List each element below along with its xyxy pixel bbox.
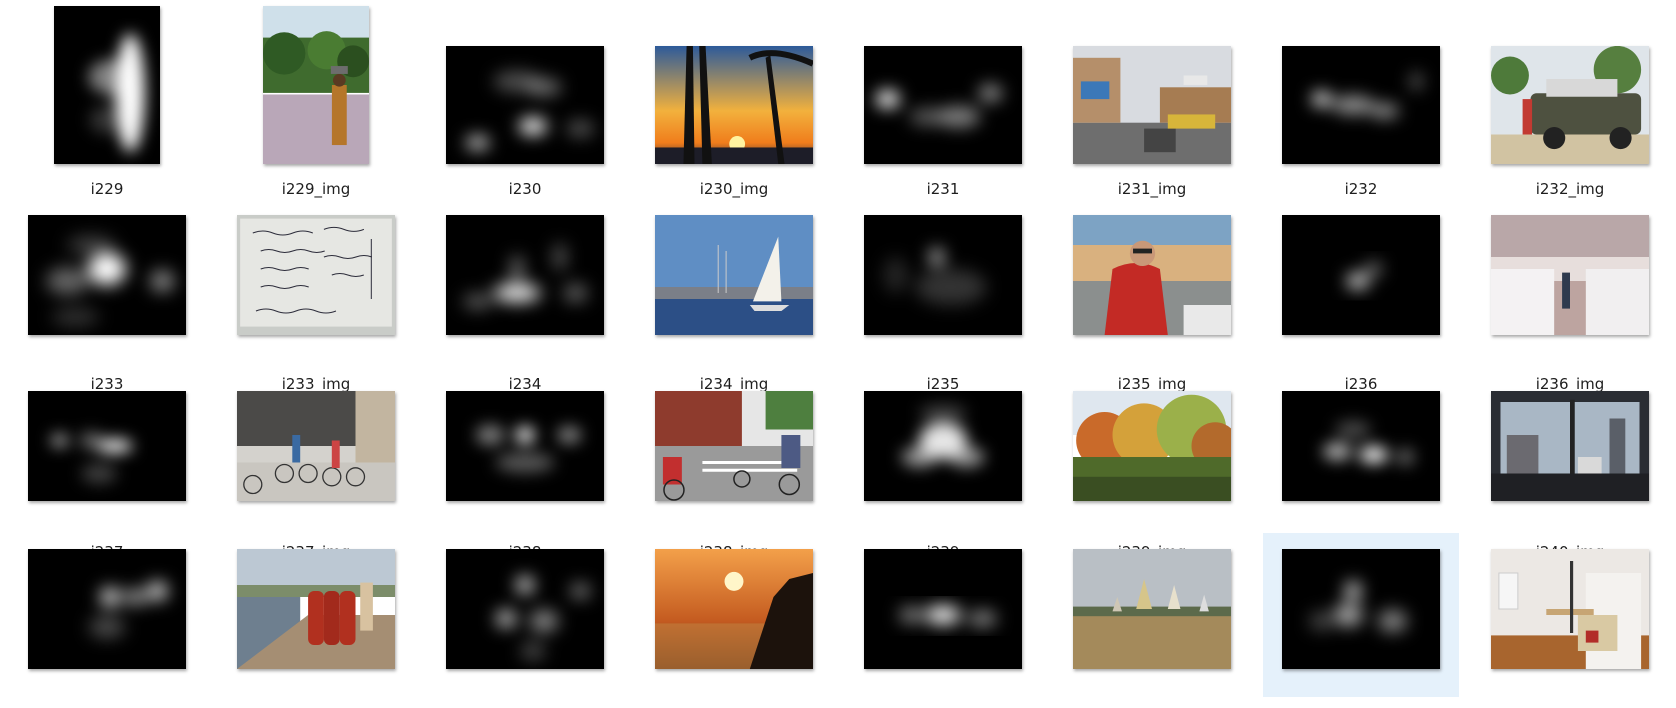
photo-thumbnail[interactable] (1491, 46, 1649, 164)
saliency-thumbnail[interactable] (446, 549, 604, 669)
file-item[interactable]: i235_img (1054, 199, 1250, 393)
file-item[interactable]: i232 (1263, 4, 1459, 198)
file-item[interactable]: i235 (845, 199, 1041, 393)
photo-thumbnail[interactable] (1073, 549, 1231, 669)
saliency-thumbnail[interactable] (864, 215, 1022, 335)
file-item[interactable]: i229_img (218, 4, 414, 198)
photo-thumbnail[interactable] (1491, 215, 1649, 335)
saliency-thumbnail[interactable] (864, 549, 1022, 669)
saliency-thumbnail[interactable] (446, 46, 604, 164)
file-item[interactable]: i236 (1263, 199, 1459, 393)
file-item[interactable]: i234 (427, 199, 623, 393)
file-item[interactable]: i243_img (1054, 533, 1250, 697)
photo-thumbnail[interactable] (237, 215, 395, 335)
saliency-thumbnail[interactable] (1282, 215, 1440, 335)
file-item[interactable]: i229 (9, 4, 205, 198)
file-name-label: i230 (508, 180, 542, 198)
photo-thumbnail[interactable] (655, 391, 813, 501)
saliency-thumbnail[interactable] (28, 391, 186, 501)
file-item[interactable]: i230_img (636, 4, 832, 198)
photo-thumbnail[interactable] (263, 6, 369, 164)
file-item[interactable]: i244_img (1472, 533, 1668, 697)
saliency-thumbnail[interactable] (1282, 46, 1440, 164)
file-name-label: i231 (926, 180, 960, 198)
photo-thumbnail[interactable] (1491, 391, 1649, 501)
saliency-thumbnail[interactable] (28, 549, 186, 669)
file-item[interactable]: i232_img (1472, 4, 1668, 198)
file-item[interactable]: i231 (845, 4, 1041, 198)
file-name-label: i230_img (699, 180, 769, 198)
saliency-thumbnail[interactable] (1282, 549, 1440, 669)
photo-thumbnail[interactable] (655, 215, 813, 335)
saliency-thumbnail[interactable] (54, 6, 160, 164)
file-item[interactable]: i238_img (636, 367, 832, 561)
file-item[interactable]: i230 (427, 4, 623, 198)
file-item[interactable]: i241 (9, 533, 205, 697)
photo-thumbnail[interactable] (655, 46, 813, 164)
photo-thumbnail[interactable] (237, 391, 395, 501)
file-item[interactable]: i233 (9, 199, 205, 393)
photo-thumbnail[interactable] (1073, 215, 1231, 335)
file-item[interactable]: i244 (1263, 533, 1459, 697)
file-item[interactable]: i237_img (218, 367, 414, 561)
file-item[interactable]: i240 (1263, 367, 1459, 561)
file-item[interactable]: i236_img (1472, 199, 1668, 393)
photo-thumbnail[interactable] (655, 549, 813, 669)
file-item[interactable]: i234_img (636, 199, 832, 393)
file-name-label: i231_img (1117, 180, 1187, 198)
file-item[interactable]: i239 (845, 367, 1041, 561)
photo-thumbnail[interactable] (1491, 549, 1649, 669)
file-item[interactable]: i241_img (218, 533, 414, 697)
file-item[interactable]: i239_img (1054, 367, 1250, 561)
saliency-thumbnail[interactable] (28, 215, 186, 335)
file-item[interactable]: i242_img (636, 533, 832, 697)
saliency-thumbnail[interactable] (864, 391, 1022, 501)
file-name-label: i232_img (1535, 180, 1605, 198)
file-item[interactable]: i240_img (1472, 367, 1668, 561)
file-item[interactable]: i237 (9, 367, 205, 561)
saliency-thumbnail[interactable] (446, 391, 604, 501)
saliency-thumbnail[interactable] (1282, 391, 1440, 501)
file-item[interactable]: i243 (845, 533, 1041, 697)
photo-thumbnail[interactable] (1073, 391, 1231, 501)
file-name-label: i232 (1344, 180, 1378, 198)
file-item[interactable]: i238 (427, 367, 623, 561)
photo-thumbnail[interactable] (1073, 46, 1231, 164)
photo-thumbnail[interactable] (237, 549, 395, 669)
file-name-label: i229_img (281, 180, 351, 198)
file-name-label: i229 (90, 180, 124, 198)
saliency-thumbnail[interactable] (864, 46, 1022, 164)
saliency-thumbnail[interactable] (446, 215, 604, 335)
file-item[interactable]: i233_img (218, 199, 414, 393)
file-item[interactable]: i242 (427, 533, 623, 697)
file-item[interactable]: i231_img (1054, 4, 1250, 198)
